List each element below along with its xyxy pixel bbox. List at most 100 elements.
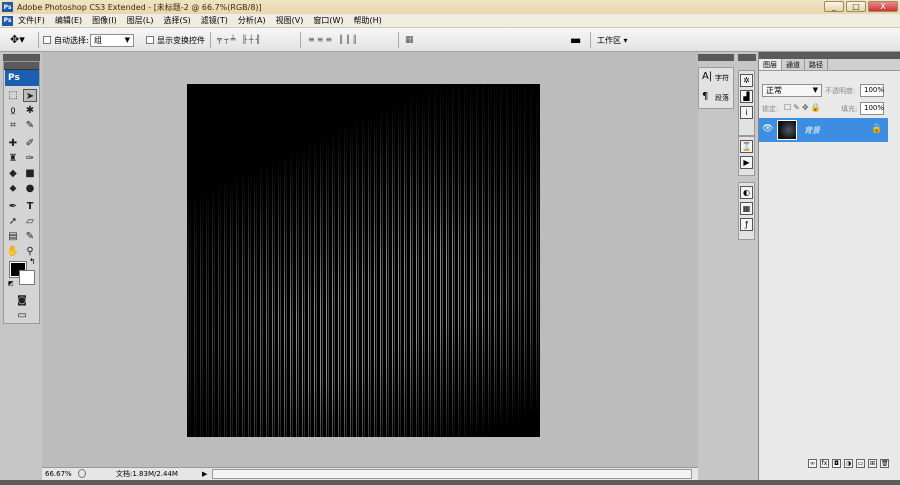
menu-file[interactable]: 文件(F) [13, 14, 50, 28]
lock-icons[interactable]: ☐✎✥🔒 [784, 103, 823, 112]
shape-tool-icon[interactable]: ▱ [23, 215, 37, 228]
menu-image[interactable]: 图像(I) [87, 14, 122, 28]
tab-channels[interactable]: 通道 [782, 59, 805, 70]
character-icon[interactable]: A| [702, 71, 712, 82]
document-area[interactable] [42, 52, 698, 467]
history-brush-icon[interactable]: ✑ [23, 152, 37, 165]
brush-tool-icon[interactable]: ✐ [23, 137, 37, 150]
menu-edit[interactable]: 编辑(E) [50, 14, 87, 28]
navigator-icon[interactable]: ✲ [740, 74, 753, 87]
healing-brush-icon[interactable]: ✚ [6, 137, 20, 150]
document-canvas[interactable] [187, 84, 540, 437]
magic-wand-icon[interactable]: ✱ [23, 104, 37, 117]
maximize-button[interactable]: □ [846, 1, 866, 12]
move-tool-icon[interactable]: ➤ [23, 89, 37, 102]
layers-grip [759, 52, 900, 59]
blur-tool-icon[interactable]: ⬥ [6, 182, 20, 195]
menu-help[interactable]: 帮助(H) [349, 14, 387, 28]
fill-label: 填充: [841, 105, 858, 113]
character-panel-buttons: A| 字符 ¶ 段落 [698, 67, 734, 109]
close-button[interactable]: X [868, 1, 898, 12]
paragraph-label[interactable]: 段落 [715, 93, 729, 103]
blend-mode-dropdown[interactable]: 正常 ▼ [762, 84, 822, 97]
pen-tool-icon[interactable]: ✒ [6, 200, 20, 213]
status-menu-arrow-icon[interactable]: ▶ [202, 468, 207, 480]
actions-icon[interactable]: ▶ [740, 156, 753, 169]
history-icon[interactable]: ⌛ [740, 140, 753, 153]
layer-row-background[interactable]: 👁 背景 🔒 [759, 118, 888, 142]
link-layers-icon[interactable]: ∞ [808, 459, 817, 468]
divider [300, 32, 301, 48]
color-icon[interactable]: ◐ [740, 186, 753, 199]
canvas-shade [187, 84, 540, 437]
tab-layers[interactable]: 图层 [759, 59, 782, 70]
menu-select[interactable]: 选择(S) [158, 14, 195, 28]
eraser-icon[interactable]: ◆ [6, 167, 20, 180]
menu-filter[interactable]: 滤镜(T) [196, 14, 233, 28]
layer-thumbnail [777, 120, 797, 140]
layers-bottom-toolbar: ∞ fx ◘ ◑ ▭ ⊞ 🗑 [759, 459, 900, 472]
distribute-buttons-icon[interactable]: ≡≡≡ ║║║ [308, 35, 359, 44]
tab-paths[interactable]: 路径 [805, 59, 828, 70]
tools-panel: Ps ⬚ ➤ ჲ ✱ ⌗ ✎ ✚ ✐ ♜ ✑ ◆ ■ ⬥ ● ✒ T ➚ ▱ ▤… [3, 61, 40, 324]
type-tool-icon[interactable]: T [23, 200, 37, 213]
layer-name[interactable]: 背景 [804, 125, 820, 136]
align-buttons-icon[interactable]: ╤┬╧ ╟┼╢ [217, 35, 262, 44]
quick-mask-icon[interactable]: ◙ [14, 294, 30, 307]
paragraph-icon[interactable]: ¶ [702, 91, 708, 102]
eyedropper-sample-icon[interactable]: ✎ [23, 230, 37, 243]
marquee-tool-icon[interactable]: ⬚ [6, 89, 20, 102]
menu-window[interactable]: 窗口(W) [308, 14, 348, 28]
dodge-tool-icon[interactable]: ● [23, 182, 37, 195]
ps-logo: Ps [5, 70, 39, 86]
eyedropper-icon[interactable]: ✎ [23, 119, 37, 132]
opacity-input[interactable]: 100% [860, 84, 884, 97]
path-selection-icon[interactable]: ➚ [6, 215, 20, 228]
show-transform-label: 显示变换控件 [157, 36, 205, 45]
menu-view[interactable]: 视图(V) [271, 14, 309, 28]
fill-input[interactable]: 100% [860, 102, 884, 115]
default-colors-icon[interactable]: ◩ [8, 280, 14, 287]
lasso-tool-icon[interactable]: ჲ [6, 104, 20, 117]
background-color-swatch[interactable] [19, 270, 35, 285]
new-group-icon[interactable]: ▭ [856, 459, 865, 468]
show-transform-checkbox[interactable] [146, 36, 154, 44]
divider [38, 32, 39, 48]
auto-select-checkbox[interactable] [43, 36, 51, 44]
styles-icon[interactable]: ƒ [740, 218, 753, 231]
swatches-icon[interactable]: ▦ [740, 202, 753, 215]
bridge-icon[interactable]: ▬ [570, 33, 581, 47]
delete-layer-icon[interactable]: 🗑 [880, 459, 889, 468]
divider [590, 32, 591, 48]
screen-mode-icon[interactable]: ▭ [14, 309, 30, 322]
clone-stamp-icon[interactable]: ♜ [6, 152, 20, 165]
new-layer-icon[interactable]: ⊞ [868, 459, 877, 468]
app-icon: Ps [2, 2, 13, 12]
character-label[interactable]: 字符 [715, 73, 729, 83]
hand-tool-icon[interactable]: ✋ [6, 245, 20, 258]
panel-icon-group-1: ✲ ▟ i [738, 70, 755, 136]
notes-tool-icon[interactable]: ▤ [6, 230, 20, 243]
adjustment-layer-icon[interactable]: ◑ [844, 459, 853, 468]
minimize-button[interactable]: _ [824, 1, 844, 12]
ps-menu-icon[interactable]: Ps [2, 15, 13, 26]
visibility-eye-icon[interactable]: 👁 [762, 124, 773, 134]
auto-align-icon[interactable]: ▦ [405, 35, 414, 45]
move-tool-preset-icon[interactable]: ✥▾ [10, 33, 25, 46]
strip-grip [698, 54, 734, 61]
menu-layer[interactable]: 图层(L) [122, 14, 159, 28]
swap-colors-icon[interactable]: ↰ [29, 257, 36, 266]
workspace-menu[interactable]: 工作区 ▾ [597, 35, 628, 46]
menu-analysis[interactable]: 分析(A) [233, 14, 271, 28]
histogram-icon[interactable]: ▟ [740, 90, 753, 103]
zoom-level[interactable]: 66.67% [45, 468, 72, 480]
auto-select-label: 自动选择: [54, 36, 89, 45]
zoom-preview-icon[interactable] [78, 469, 86, 478]
horizontal-scrollbar[interactable] [212, 469, 692, 479]
info-icon[interactable]: i [740, 106, 753, 119]
auto-select-dropdown[interactable]: 组 ▼ [90, 34, 134, 47]
layer-style-icon[interactable]: fx [820, 459, 829, 468]
gradient-tool-icon[interactable]: ■ [23, 167, 37, 180]
crop-tool-icon[interactable]: ⌗ [6, 119, 20, 132]
layer-mask-icon[interactable]: ◘ [832, 459, 841, 468]
